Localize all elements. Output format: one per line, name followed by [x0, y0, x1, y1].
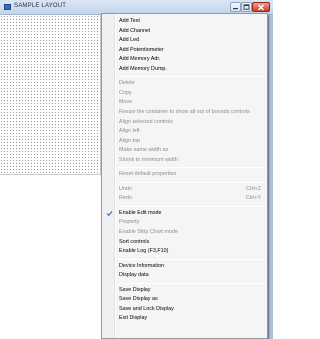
minimize-icon [233, 8, 238, 10]
window-title: SAMPLE LAYOUT [14, 3, 67, 9]
menu-item-display-data[interactable]: Display data [119, 271, 265, 280]
close-icon [258, 4, 264, 10]
menu-icon-gutter [102, 14, 116, 338]
menu-item-label: Save and Lock Display [119, 305, 174, 312]
menu-item-label: Save Display as [119, 296, 158, 303]
menu-separator [118, 205, 266, 207]
context-menu[interactable]: Add Text Add Channel Add Led Add Potentiome… [101, 13, 268, 339]
menu-item-label: Enable Edit mode [119, 209, 162, 216]
close-button[interactable] [252, 2, 270, 12]
menu-item-label: Align top [119, 137, 140, 144]
menu-item-label: Delete [119, 80, 135, 87]
app-icon [4, 4, 11, 10]
menu-item-redo[interactable]: Redo Ctrl+Y [119, 194, 265, 203]
menu-item-align-selected-controls[interactable]: Align selected controls [119, 118, 265, 127]
menu-item-label: Sort controls [119, 238, 150, 245]
menu-item-enable-edit-mode[interactable]: Enable Edit mode [119, 209, 265, 218]
menu-item-delete[interactable]: Delete [119, 79, 265, 88]
maximize-button[interactable] [241, 2, 252, 12]
menu-item-label: Move [119, 99, 133, 106]
menu-item-enable-log-f3-f10[interactable]: Enable Log (F3,F10) [119, 247, 265, 256]
menu-item-label: Shrink to minimum width [119, 156, 178, 163]
menu-item-add-potentiometer[interactable]: Add Potentiometer [119, 46, 265, 55]
menu-item-label: Add Channel [119, 27, 151, 34]
menu-item-label: Align left [119, 128, 140, 135]
menu-item-label: Exit Display [119, 315, 148, 322]
menu-item-label: Enable Strip Chart mode [119, 229, 179, 235]
menu-item-add-memory-adr[interactable]: Add Memory Adr. [119, 55, 265, 64]
menu-separator [118, 181, 266, 183]
menu-item-copy[interactable]: Copy [119, 89, 265, 98]
menu-item-sort-controls[interactable]: Sort controls [119, 238, 265, 247]
minimize-button[interactable] [230, 2, 241, 12]
menu-item-label: Property [119, 219, 140, 226]
menu-item-shortcut: Ctrl+Y [245, 195, 261, 202]
menu-item-shrink-to-minimum-width[interactable]: Shrink to minimum width [119, 156, 265, 165]
window-frame-right [268, 15, 273, 339]
menu-item-save-and-lock-display[interactable]: Save and Lock Display [119, 305, 265, 314]
menu-item-label: Add Text [119, 18, 140, 24]
menu-item-enable-strip-chart-mode[interactable]: Enable Strip Chart mode [119, 228, 265, 237]
menu-item-exit-display[interactable]: Exit Display [119, 314, 265, 323]
menu-item-label: Redo [119, 195, 132, 202]
menu-item-save-display-as[interactable]: Save Display as [119, 295, 265, 304]
menu-item-label: Add Memory Adr. [119, 56, 161, 63]
menu-item-label: Add Potentiometer [119, 46, 164, 53]
menu-item-align-left[interactable]: Align left [119, 127, 265, 136]
menu-item-reset-default-properties[interactable]: Reset default properties [119, 170, 265, 179]
menu-item-property[interactable]: Property [119, 218, 265, 227]
menu-item-label: Add Memory Dump. [119, 65, 167, 72]
menu-item-label: Save Display [119, 286, 151, 293]
menu-item-add-text[interactable]: Add Text [119, 17, 265, 26]
menu-item-save-display[interactable]: Save Display [119, 286, 265, 295]
menu-item-align-top[interactable]: Align top [119, 137, 265, 146]
maximize-icon [243, 4, 250, 10]
window-background [0, 175, 101, 339]
menu-item-label: Add Led [119, 37, 140, 44]
menu-separator [118, 282, 266, 284]
layout-canvas[interactable] [0, 15, 101, 175]
menu-item-label: Display data [119, 272, 149, 279]
menu-item-label: Reset default properties [119, 171, 177, 178]
menu-separator [118, 258, 266, 260]
menu-item-label: Resize the container to show all out of … [119, 108, 250, 115]
menu-item-add-memory-dump[interactable]: Add Memory Dump. [119, 65, 265, 74]
menu-item-label: Enable Log (F3,F10) [119, 248, 169, 255]
checkmark-icon [105, 209, 113, 217]
menu-item-shortcut: Ctrl+Z [246, 185, 261, 192]
menu-item-label: Align selected controls [119, 118, 173, 125]
menu-item-resize-the-container-to-show-all-out-of-bounds-controls[interactable]: Resize the container to show all out of … [119, 108, 265, 117]
menu-item-move[interactable]: Move [119, 98, 265, 107]
menu-item-make-same-width-as[interactable]: Make same width as [119, 146, 265, 155]
menu-separator [118, 76, 266, 78]
menu-item-label: Copy [119, 89, 132, 96]
menu-item-undo[interactable]: Undo Ctrl+Z [119, 185, 265, 194]
menu-item-device-information[interactable]: Device Information [119, 262, 265, 271]
menu-separator [118, 167, 266, 169]
menu-item-label: Undo [119, 185, 132, 192]
menu-item-label: Device Information [119, 262, 164, 269]
menu-item-label: Make same width as [119, 147, 169, 154]
menu-item-add-channel[interactable]: Add Channel [119, 27, 265, 36]
menu-item-add-led[interactable]: Add Led [119, 36, 265, 45]
